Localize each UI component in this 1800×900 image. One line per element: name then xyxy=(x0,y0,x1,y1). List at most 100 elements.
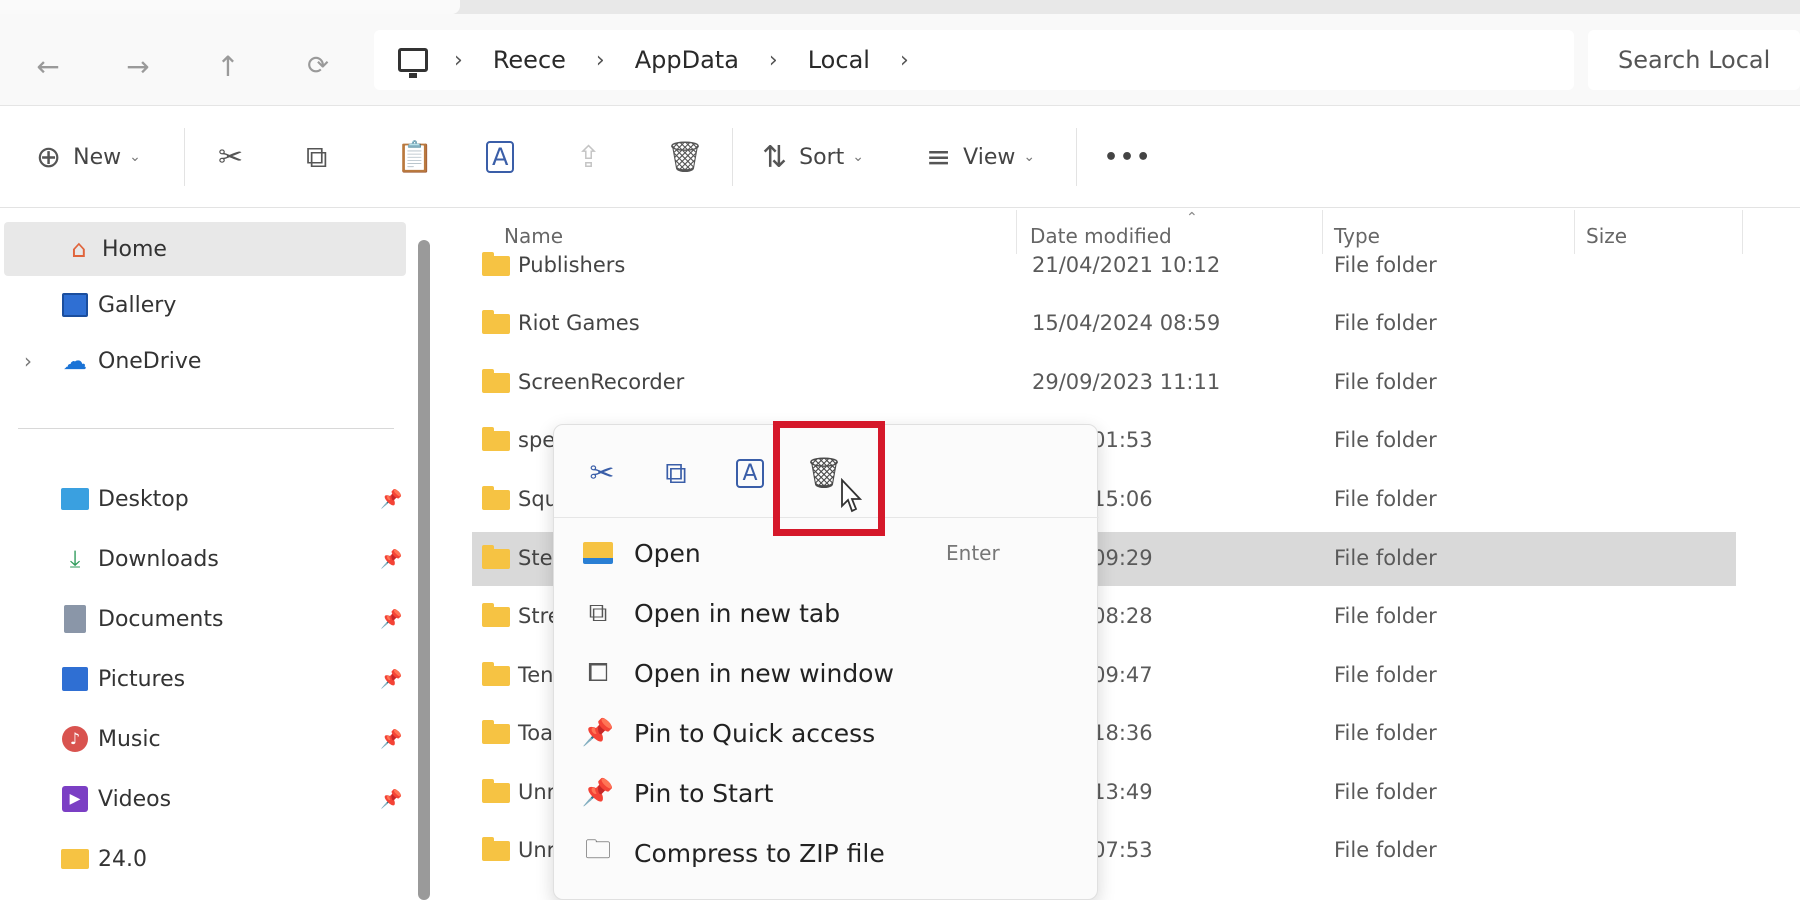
rename-button[interactable]: A xyxy=(486,132,515,182)
breadcrumb-chevron-icon[interactable]: › xyxy=(900,48,909,73)
menu-item-label: Pin to Quick access xyxy=(634,718,876,748)
table-row[interactable]: Riot Games 15/04/2024 08:59 File folder xyxy=(472,298,1736,350)
sidebar-item-documents[interactable]: Documents 📌 xyxy=(0,592,410,646)
context-cut-button[interactable]: ✂ xyxy=(572,443,632,503)
pin-icon[interactable]: 📌 xyxy=(380,549,402,570)
mouse-cursor-icon xyxy=(841,478,862,513)
delete-button[interactable]: 🗑 xyxy=(666,132,704,182)
pictures-icon xyxy=(60,664,90,694)
menu-item-pin-start[interactable]: 📌 Pin to Start xyxy=(554,765,1099,821)
active-tab[interactable] xyxy=(0,0,460,14)
sort-ascending-icon: ⌃ xyxy=(1186,210,1198,226)
sidebar-item-gallery[interactable]: Gallery xyxy=(0,278,410,332)
chevron-right-icon[interactable]: › xyxy=(24,349,32,373)
file-type: File folder xyxy=(1334,663,1437,687)
menu-item-label: Open in new window xyxy=(634,658,894,688)
file-name: Toa xyxy=(518,721,553,745)
back-arrow-icon[interactable]: ← xyxy=(26,44,70,88)
copy-icon: ⧉ xyxy=(306,139,328,175)
desktop-icon xyxy=(60,484,90,514)
sort-label: Sort xyxy=(799,144,845,170)
breadcrumb-segment[interactable]: AppData xyxy=(635,46,739,74)
folder-icon xyxy=(482,427,510,451)
computer-icon xyxy=(398,48,428,78)
view-label: View xyxy=(963,144,1016,170)
rename-icon: A xyxy=(486,141,515,173)
pin-icon[interactable]: 📌 xyxy=(380,669,402,690)
file-name: ScreenRecorder xyxy=(518,370,685,394)
menu-item-pin-quick-access[interactable]: 📌 Pin to Quick access xyxy=(554,705,1099,761)
rename-icon: A xyxy=(736,458,764,488)
menu-item-label: Open in new tab xyxy=(634,598,841,628)
up-arrow-icon[interactable]: ↑ xyxy=(206,44,250,88)
view-button[interactable]: ≡ View ⌄ xyxy=(926,132,1035,182)
copy-button[interactable]: ⧉ xyxy=(306,132,327,182)
file-type: File folder xyxy=(1334,311,1437,335)
download-icon: ⤓ xyxy=(69,545,81,573)
zip-icon: 🗀 xyxy=(584,835,611,865)
pin-icon[interactable]: 📌 xyxy=(380,729,402,750)
cloud-icon: ☁ xyxy=(63,347,87,375)
sidebar-item-home[interactable]: ⌂ Home xyxy=(4,222,406,276)
document-icon xyxy=(60,604,90,634)
sort-icon: ⇅ xyxy=(762,139,788,175)
more-options-button[interactable]: ••• xyxy=(1104,132,1152,182)
gallery-icon xyxy=(60,290,90,320)
pin-icon: 📌 xyxy=(581,778,615,808)
search-input[interactable]: Search Local xyxy=(1588,30,1800,90)
share-icon: ⇪ xyxy=(576,139,602,175)
new-button[interactable]: ⊕ New ⌄ xyxy=(36,132,141,182)
breadcrumb-segment[interactable]: Local xyxy=(808,46,870,74)
address-bar[interactable]: › Reece › AppData › Local › xyxy=(374,30,1574,90)
forward-arrow-icon[interactable]: → xyxy=(116,44,160,88)
sidebar-item-downloads[interactable]: ⤓ Downloads 📌 xyxy=(0,532,410,586)
sidebar-item-pictures[interactable]: Pictures 📌 xyxy=(0,652,410,706)
file-date: 21/04/2021 10:12 xyxy=(1032,253,1221,277)
pin-icon[interactable]: 📌 xyxy=(380,609,402,630)
breadcrumb-segment[interactable]: Reece xyxy=(493,46,566,74)
table-row[interactable]: Publishers 21/04/2021 10:12 File folder xyxy=(472,240,1736,292)
file-type: File folder xyxy=(1334,838,1437,862)
navigation-bar: ← → ↑ ⟳ › Reece › AppData › Local › Sear… xyxy=(0,14,1800,106)
breadcrumb-chevron-icon: › xyxy=(595,47,605,73)
sidebar-item-label: Downloads xyxy=(98,546,219,572)
refresh-icon[interactable]: ⟳ xyxy=(296,44,340,88)
sidebar-item-label: Gallery xyxy=(98,292,177,318)
scissors-icon: ✂ xyxy=(589,455,615,491)
sort-button[interactable]: ⇅ Sort ⌄ xyxy=(762,132,864,182)
folder-icon xyxy=(60,844,90,874)
paste-button[interactable]: 📋 xyxy=(396,132,433,182)
file-type: File folder xyxy=(1334,487,1437,511)
sidebar-scrollbar[interactable] xyxy=(418,240,430,900)
cut-button[interactable]: ✂ xyxy=(218,132,243,182)
column-divider[interactable] xyxy=(1742,210,1743,254)
sidebar-item-desktop[interactable]: Desktop 📌 xyxy=(0,472,410,526)
table-row[interactable]: ScreenRecorder 29/09/2023 11:11 File folde… xyxy=(472,357,1736,409)
navigation-pane: ⌂ Home Gallery › ☁ OneDrive Desktop 📌 ⤓ … xyxy=(0,210,430,900)
pin-icon[interactable]: 📌 xyxy=(380,789,402,810)
sidebar-item-label: Music xyxy=(98,726,161,752)
menu-item-open-new-window[interactable]: ⧠ Open in new window xyxy=(554,645,1099,701)
folder-open-icon xyxy=(582,537,614,569)
menu-item-open-new-tab[interactable]: ⧉ Open in new tab xyxy=(554,585,1099,641)
folder-icon xyxy=(482,486,510,510)
sidebar-item-music[interactable]: ♪ Music 📌 xyxy=(0,712,410,766)
pin-icon[interactable]: 📌 xyxy=(380,489,402,510)
sidebar-item-label: Documents xyxy=(98,606,224,632)
sidebar-item-onedrive[interactable]: › ☁ OneDrive xyxy=(0,334,410,388)
file-name: Unr xyxy=(518,838,556,862)
file-name: Unr xyxy=(518,780,556,804)
music-icon: ♪ xyxy=(60,724,90,754)
sidebar-item-folder[interactable]: 24.0 xyxy=(0,832,410,886)
context-rename-button[interactable]: A xyxy=(720,443,780,503)
menu-item-compress-zip[interactable]: 🗀 Compress to ZIP file xyxy=(554,825,1099,881)
file-name: Squ xyxy=(518,487,558,511)
trash-icon: 🗑 xyxy=(666,139,705,175)
sidebar-item-videos[interactable]: ▶ Videos 📌 xyxy=(0,772,410,826)
share-button[interactable]: ⇪ xyxy=(576,132,601,182)
context-copy-button[interactable]: ⧉ xyxy=(646,443,706,503)
file-name: Ten xyxy=(518,663,554,687)
sidebar-item-label: OneDrive xyxy=(98,348,202,374)
breadcrumb-chevron-icon: › xyxy=(768,47,778,73)
menu-item-label: Pin to Start xyxy=(634,778,774,808)
